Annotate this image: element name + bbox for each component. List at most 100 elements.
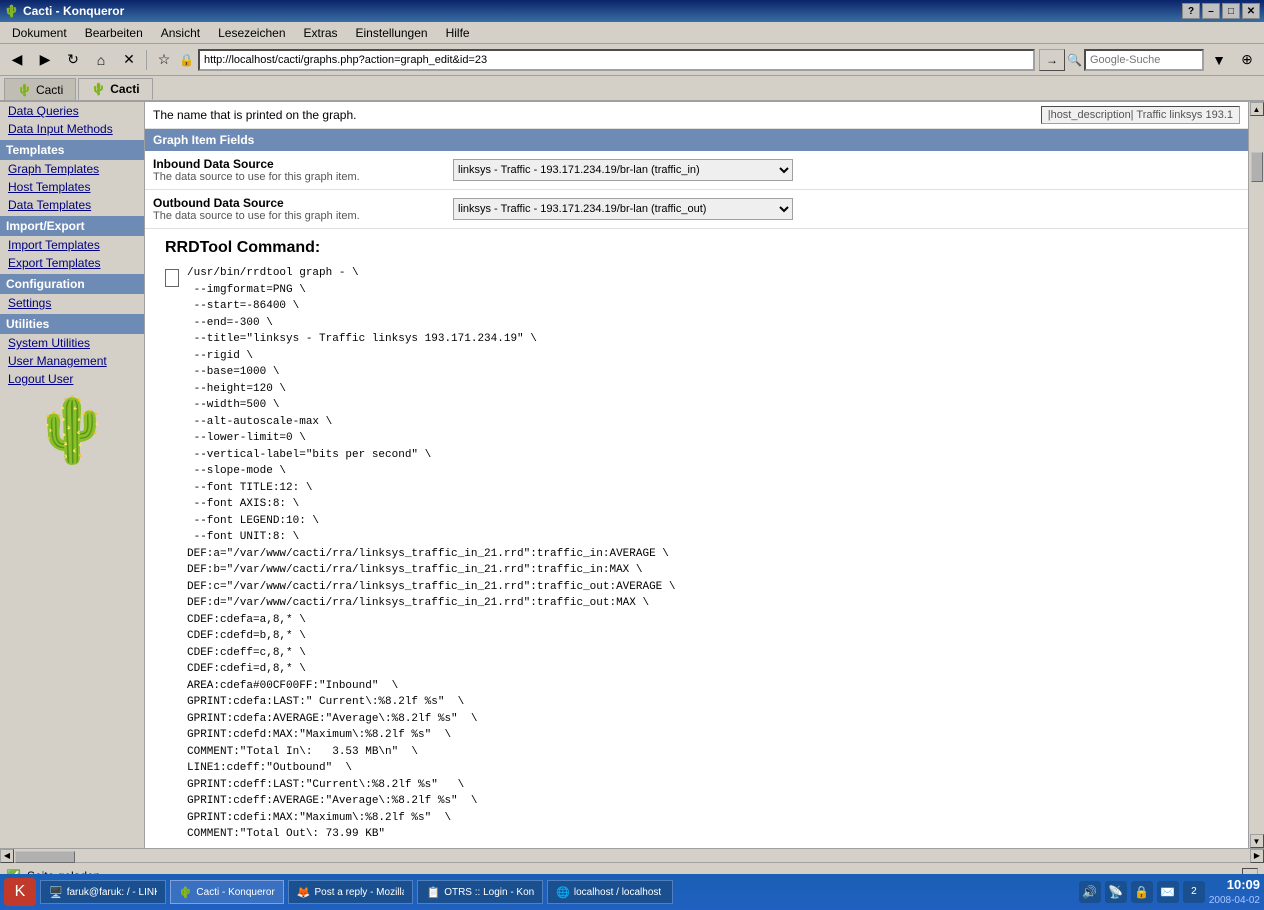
bookmark-button[interactable]: ☆ bbox=[151, 47, 177, 73]
horiz-thumb[interactable] bbox=[15, 851, 75, 863]
sidebar-item-data-templates[interactable]: Data Templates bbox=[0, 196, 144, 214]
sidebar-section-import-export[interactable]: Import/Export bbox=[0, 216, 144, 236]
right-scrollbar[interactable]: ▲ ▼ bbox=[1248, 102, 1264, 848]
address-input[interactable] bbox=[198, 49, 1035, 71]
taskbar-item-cacti-icon: 🌵 bbox=[179, 886, 193, 899]
taskbar-clock-time: 10:09 bbox=[1209, 877, 1260, 894]
sidebar-item-host-templates[interactable]: Host Templates bbox=[0, 178, 144, 196]
tab-icon-1: 🌵 bbox=[17, 83, 32, 97]
outbound-label-cell: Outbound Data Source The data source to … bbox=[145, 190, 445, 229]
toolbar: ◀ ▶ ↻ ⌂ ✕ ☆ 🔒 → 🔍 ▼ ⊕ bbox=[0, 44, 1264, 76]
taskbar-item-otrs-icon: 📋 bbox=[426, 886, 440, 899]
taskbar-item-localhost[interactable]: 🌐 localhost / localhost / cacti bbox=[547, 880, 673, 904]
doc-icon bbox=[165, 269, 179, 290]
inbound-select[interactable]: linksys - Traffic - 193.171.234.19/br-la… bbox=[453, 159, 793, 181]
sidebar-section-templates[interactable]: Templates bbox=[0, 140, 144, 160]
graph-item-fields-header: Graph Item Fields bbox=[145, 129, 1248, 151]
sidebar-item-export-templates[interactable]: Export Templates bbox=[0, 254, 144, 272]
titlebar-title: Cacti - Konqueror bbox=[23, 4, 124, 18]
cactus-logo: 🌵 bbox=[0, 388, 144, 472]
sidebar-item-graph-templates[interactable]: Graph Templates bbox=[0, 160, 144, 178]
maximize-button[interactable]: □ bbox=[1222, 3, 1240, 19]
rrd-command-text: /usr/bin/rrdtool graph - \ --imgformat=P… bbox=[187, 265, 675, 843]
horiz-track[interactable] bbox=[14, 850, 1250, 862]
graph-name-value: |host_description| Traffic linksys 193.1 bbox=[1041, 106, 1240, 124]
search-go-button[interactable]: ▼ bbox=[1206, 47, 1232, 73]
address-bar-container: 🔒 → bbox=[179, 49, 1065, 71]
menubar: Dokument Bearbeiten Ansicht Lesezeichen … bbox=[0, 22, 1264, 44]
taskbar-item-cacti[interactable]: 🌵 Cacti - Konqueror bbox=[170, 880, 284, 904]
graph-name-label: The name that is printed on the graph. bbox=[153, 108, 356, 122]
menu-bearbeiten[interactable]: Bearbeiten bbox=[77, 24, 151, 42]
start-icon: K bbox=[15, 883, 26, 901]
sidebar-item-system-utilities[interactable]: System Utilities bbox=[0, 334, 144, 352]
forward-button[interactable]: ▶ bbox=[32, 47, 58, 73]
taskbar-sys-icon-5[interactable]: 2 bbox=[1183, 881, 1205, 903]
back-button[interactable]: ◀ bbox=[4, 47, 30, 73]
tab-cacti-1[interactable]: 🌵 Cacti bbox=[4, 78, 76, 100]
sidebar-item-data-queries[interactable]: Data Queries bbox=[0, 102, 144, 120]
stop-button[interactable]: ✕ bbox=[116, 47, 142, 73]
menu-hilfe[interactable]: Hilfe bbox=[438, 24, 478, 42]
taskbar-item-otrs-label: OTRS :: Login - Konqueror bbox=[444, 887, 534, 898]
sidebar-item-data-input-methods[interactable]: Data Input Methods bbox=[0, 120, 144, 138]
scroll-down-arrow[interactable]: ▼ bbox=[1250, 834, 1264, 848]
search-icon: 🔍 bbox=[1067, 53, 1082, 67]
sidebar-item-import-templates[interactable]: Import Templates bbox=[0, 236, 144, 254]
scroll-track[interactable] bbox=[1250, 116, 1264, 834]
titlebar-app-icon: 🌵 bbox=[4, 4, 19, 18]
taskbar-sys-icon-3[interactable]: 🔒 bbox=[1131, 881, 1153, 903]
menu-ansicht[interactable]: Ansicht bbox=[153, 24, 208, 42]
taskbar-sys-icon-4[interactable]: ✉️ bbox=[1157, 881, 1179, 903]
help-button[interactable]: ? bbox=[1182, 3, 1200, 19]
rrdtool-command-title: RRDTool Command: bbox=[165, 239, 1228, 257]
lock-icon: 🔒 bbox=[179, 53, 194, 67]
content-inner: The name that is printed on the graph. |… bbox=[145, 102, 1248, 848]
inbound-label: Inbound Data Source bbox=[153, 157, 437, 171]
outbound-select[interactable]: linksys - Traffic - 193.171.234.19/br-la… bbox=[453, 198, 793, 220]
taskbar-right: 🔊 📡 🔒 ✉️ 2 10:09 2008-04-02 bbox=[1079, 877, 1260, 907]
taskbar-item-linksys[interactable]: 🖥️ faruk@faruk: / - LINKSYS - Ko bbox=[40, 880, 166, 904]
taskbar-item-linksys-label: faruk@faruk: / - LINKSYS - Ko bbox=[67, 887, 157, 898]
horizontal-scrollbar[interactable]: ◀ ▶ bbox=[0, 848, 1264, 862]
scroll-right-arrow[interactable]: ▶ bbox=[1250, 849, 1264, 863]
sidebar-item-user-management[interactable]: User Management bbox=[0, 352, 144, 370]
inbound-row: Inbound Data Source The data source to u… bbox=[145, 151, 1248, 190]
zoom-button[interactable]: ⊕ bbox=[1234, 47, 1260, 73]
outbound-label: Outbound Data Source bbox=[153, 196, 437, 210]
tab-cacti-2[interactable]: 🌵 Cacti bbox=[78, 78, 152, 100]
toolbar-separator bbox=[146, 50, 147, 70]
go-button[interactable]: → bbox=[1039, 49, 1065, 71]
menu-extras[interactable]: Extras bbox=[296, 24, 346, 42]
sidebar-item-logout-user[interactable]: Logout User bbox=[0, 370, 144, 388]
taskbar-clock-date: 2008-04-02 bbox=[1209, 894, 1260, 907]
minimize-button[interactable]: – bbox=[1202, 3, 1220, 19]
menu-lesezeichen[interactable]: Lesezeichen bbox=[210, 24, 293, 42]
sidebar-section-configuration[interactable]: Configuration bbox=[0, 274, 144, 294]
taskbar-sys-icon-1[interactable]: 🔊 bbox=[1079, 881, 1101, 903]
menu-einstellungen[interactable]: Einstellungen bbox=[348, 24, 436, 42]
taskbar-clock: 10:09 2008-04-02 bbox=[1209, 877, 1260, 907]
taskbar-item-cacti-label: Cacti - Konqueror bbox=[196, 887, 274, 898]
scroll-left-arrow[interactable]: ◀ bbox=[0, 849, 14, 863]
content-area: The name that is printed on the graph. |… bbox=[145, 102, 1248, 848]
start-button[interactable]: K bbox=[4, 878, 36, 906]
tabbar: 🌵 Cacti 🌵 Cacti bbox=[0, 76, 1264, 102]
search-input[interactable] bbox=[1084, 49, 1204, 71]
sidebar-item-settings[interactable]: Settings bbox=[0, 294, 144, 312]
taskbar-sys-icon-2[interactable]: 📡 bbox=[1105, 881, 1127, 903]
inbound-desc: The data source to use for this graph it… bbox=[153, 171, 437, 183]
close-button[interactable]: ✕ bbox=[1242, 3, 1260, 19]
sidebar-section-utilities[interactable]: Utilities bbox=[0, 314, 144, 334]
menu-dokument[interactable]: Dokument bbox=[4, 24, 75, 42]
scroll-thumb[interactable] bbox=[1251, 152, 1263, 182]
taskbar-item-otrs[interactable]: 📋 OTRS :: Login - Konqueror bbox=[417, 880, 543, 904]
scroll-up-arrow[interactable]: ▲ bbox=[1250, 102, 1264, 116]
taskbar-item-firefox[interactable]: 🦊 Post a reply - Mozilla Firefox bbox=[288, 880, 414, 904]
titlebar: 🌵 Cacti - Konqueror ? – □ ✕ bbox=[0, 0, 1264, 22]
inbound-control-cell: linksys - Traffic - 193.171.234.19/br-la… bbox=[445, 151, 1248, 190]
reload-button[interactable]: ↻ bbox=[60, 47, 86, 73]
outbound-desc: The data source to use for this graph it… bbox=[153, 210, 437, 222]
taskbar-item-linksys-icon: 🖥️ bbox=[49, 886, 63, 899]
home-button[interactable]: ⌂ bbox=[88, 47, 114, 73]
